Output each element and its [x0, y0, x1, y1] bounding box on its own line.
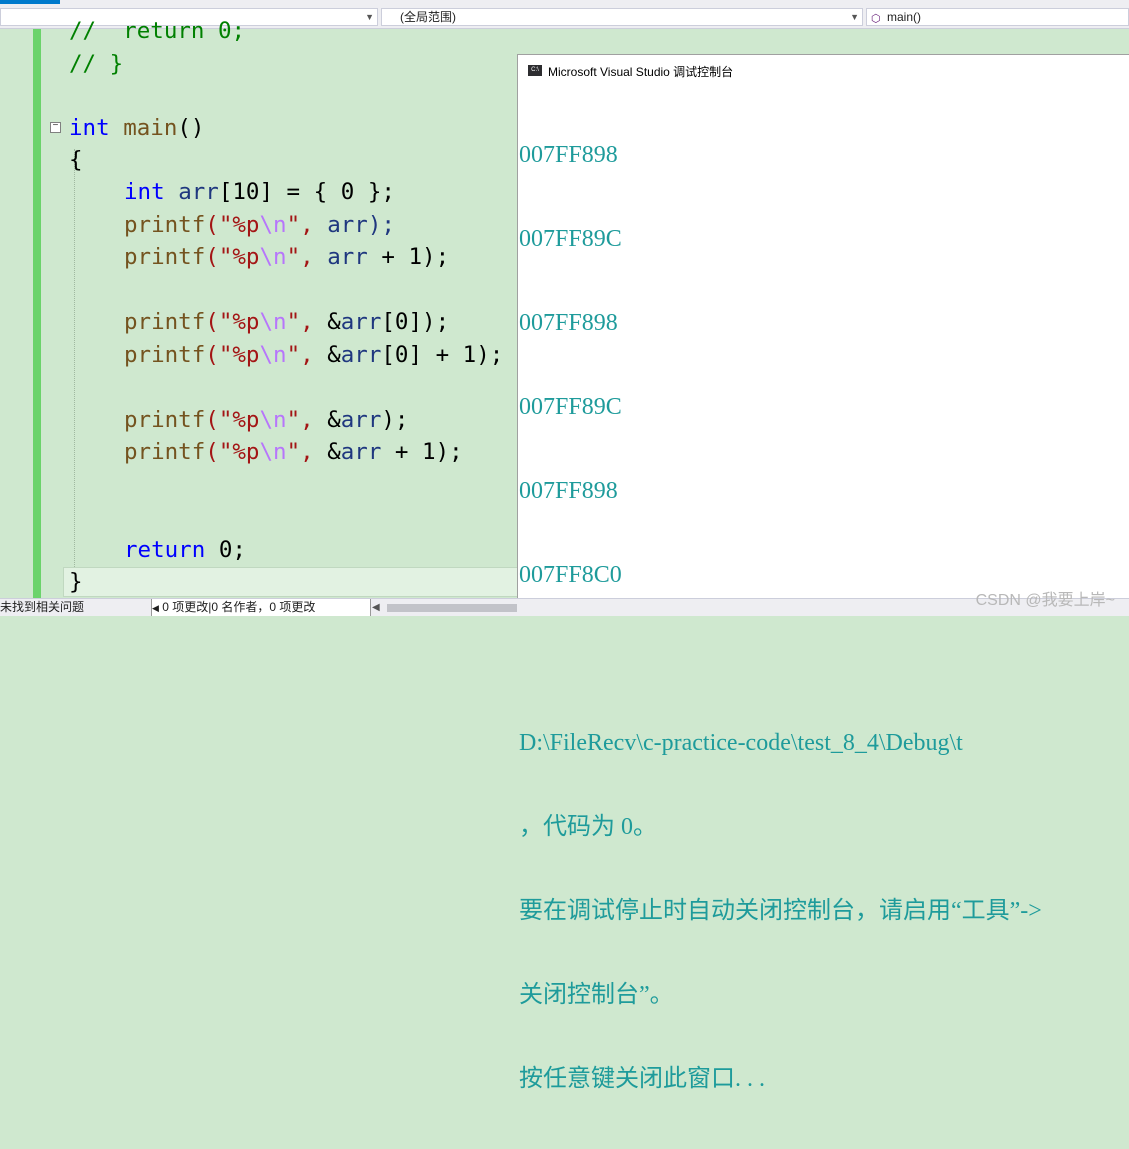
- console-line: 007FF8C0: [519, 562, 622, 588]
- git-changes-status[interactable]: ◀ 0 项更改|0 名作者，0 项更改: [151, 599, 371, 616]
- console-line: 007FF89C: [519, 226, 622, 252]
- console-line: 要在调试停止时自动关闭控制台，请启用“工具”->: [519, 898, 1042, 924]
- debug-console-window[interactable]: C:\ Microsoft Visual Studio 调试控制台 007FF8…: [517, 54, 1129, 1092]
- console-titlebar[interactable]: C:\ Microsoft Visual Studio 调试控制台: [518, 55, 1129, 85]
- console-title: Microsoft Visual Studio 调试控制台: [548, 65, 734, 79]
- code-line: printf("%p\n", arr + 1);: [124, 244, 450, 270]
- console-line: 按任意键关闭此窗口. . .: [519, 1066, 765, 1092]
- code-line: // return 0;: [69, 18, 246, 44]
- console-line: 关闭控制台”。: [519, 982, 674, 1008]
- code-line: printf("%p\n", &arr[0]);: [124, 309, 450, 335]
- issues-status[interactable]: 未找到相关问题: [0, 599, 84, 616]
- console-line: 007FF89C: [519, 394, 622, 420]
- scope-selector[interactable]: (全局范围) ▼: [381, 8, 863, 26]
- function-selector[interactable]: ⬡ main(): [866, 8, 1129, 26]
- console-line: 007FF898: [519, 478, 618, 504]
- function-cube-icon: ⬡: [871, 13, 881, 25]
- scroll-left-icon[interactable]: ◀: [372, 599, 380, 616]
- watermark: CSDN @我要上岸~: [975, 592, 1115, 609]
- function-selector-value: main(): [887, 10, 922, 24]
- code-line: int arr[10] = { 0 };: [124, 179, 395, 205]
- code-line: printf("%p\n", &arr[0] + 1);: [124, 342, 504, 368]
- console-line: 007FF898: [519, 310, 618, 336]
- code-line: int main(): [69, 115, 205, 141]
- current-line-highlight: [63, 567, 523, 597]
- chevron-down-icon[interactable]: ▼: [850, 9, 859, 25]
- scope-selector-value: (全局范围): [400, 10, 456, 24]
- console-app-icon: C:\: [528, 65, 542, 76]
- code-line: return 0;: [124, 537, 246, 563]
- code-line: }: [69, 569, 83, 595]
- code-line: printf("%p\n", arr);: [124, 212, 395, 238]
- console-line: ，代码为 0。: [519, 814, 657, 840]
- code-line: printf("%p\n", &arr);: [124, 407, 409, 433]
- editor-status-bar: 未找到相关问题 ◀ 0 项更改|0 名作者，0 项更改 ◀: [0, 598, 1129, 616]
- code-line: {: [69, 147, 83, 173]
- change-tracking-bar: [33, 29, 41, 598]
- git-changes-text: 0 项更改|0 名作者，0 项更改: [162, 600, 316, 614]
- console-output: 007FF898 007FF89C 007FF898 007FF89C 007F…: [519, 85, 1129, 1149]
- code-line: printf("%p\n", &arr + 1);: [124, 439, 463, 465]
- console-line: 007FF898: [519, 142, 618, 168]
- collapse-icon[interactable]: −: [50, 122, 61, 133]
- horizontal-scrollbar[interactable]: [387, 604, 517, 612]
- console-line: D:\FileRecv\c-practice-code\test_8_4\Deb…: [519, 730, 963, 756]
- code-line: // }: [69, 51, 124, 77]
- change-arrow-icon: ◀: [152, 603, 159, 613]
- indent-guide: [74, 149, 75, 567]
- tab-accent: [0, 0, 60, 4]
- chevron-down-icon[interactable]: ▼: [365, 9, 374, 25]
